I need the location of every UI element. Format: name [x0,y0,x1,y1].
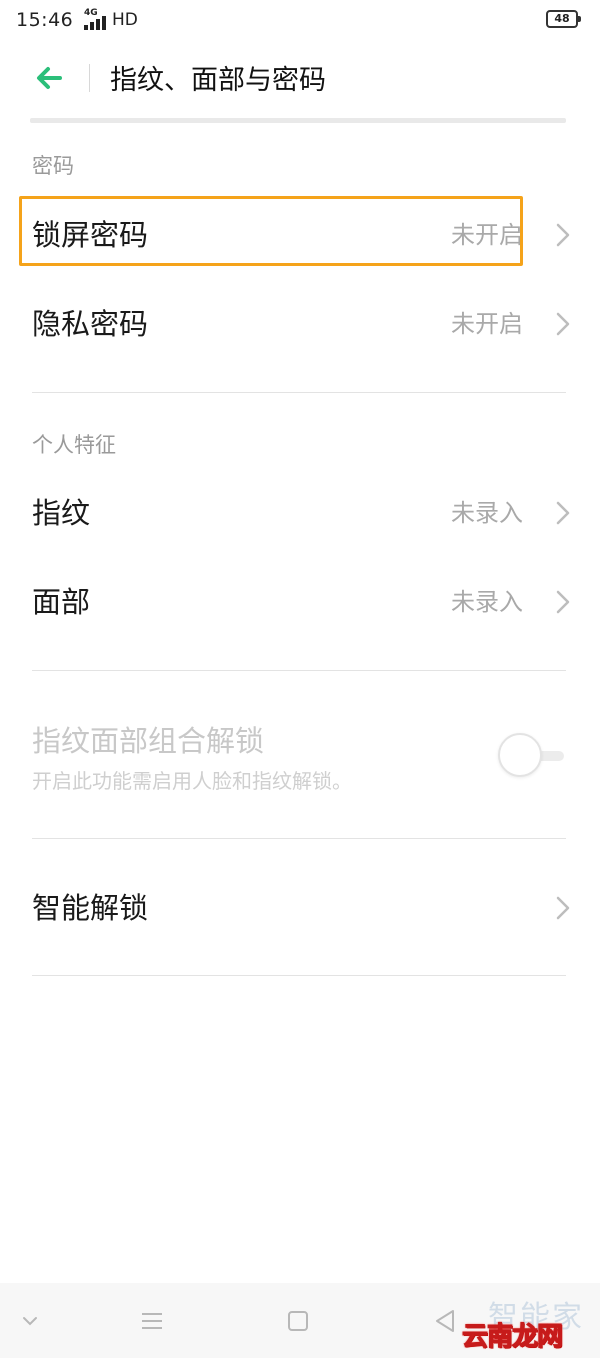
home-square-icon [288,1310,308,1331]
face-row[interactable]: 面部 未录入 [0,558,600,646]
menu-icon [142,1312,162,1329]
status-time: 15:46 [16,9,74,31]
combo-unlock-description: 开启此功能需启用人脸和指纹解锁。 [32,769,352,793]
chevron-right-icon [556,590,570,614]
watermark-logo-bottom: 云南龙网 [461,1316,563,1353]
section-title-personal: 个人特征 [32,433,116,457]
battery-icon: 48 [546,10,581,28]
privacy-password-row[interactable]: 隐私密码 未开启 [0,280,600,368]
combo-unlock-toggle[interactable] [498,733,566,777]
battery-level: 48 [554,12,570,25]
arrow-left-icon [37,67,62,89]
header-divider [89,64,90,92]
divider [32,975,566,976]
watermark-text: 云南龙网 [461,1322,563,1353]
chevron-right-icon [556,223,570,247]
nav-home-button[interactable] [268,1283,328,1358]
status-bar: 15:46 4G HD 48 [0,0,600,40]
divider [32,392,566,393]
smart-unlock-row[interactable]: 智能解锁 [0,864,600,952]
header-separator [30,118,566,123]
hd-indicator: HD [112,10,138,30]
page-title: 指纹、面部与密码 [110,65,326,96]
row-label: 智能解锁 [32,891,149,925]
divider [32,838,566,839]
row-value: 未录入 [451,499,523,527]
back-button[interactable] [30,58,70,98]
highlight-box [19,196,523,266]
chevron-right-icon [556,312,570,336]
fingerprint-row[interactable]: 指纹 未录入 [0,469,600,557]
row-value: 未开启 [451,310,523,338]
combo-unlock-label: 指纹面部组合解锁 [32,724,265,758]
row-label: 面部 [32,585,91,619]
row-label: 隐私密码 [32,307,149,341]
chevron-down-icon [23,1316,37,1325]
signal-icon [84,16,106,30]
nav-collapse-button[interactable] [0,1283,60,1358]
row-label: 指纹 [32,496,91,530]
back-triangle-icon [436,1309,454,1332]
toggle-knob [498,733,542,777]
divider [32,670,566,671]
section-title-password: 密码 [32,154,74,178]
nav-menu-button[interactable] [122,1283,182,1358]
chevron-right-icon [556,501,570,525]
chevron-right-icon [556,896,570,920]
row-value: 未录入 [451,588,523,616]
header: 指纹、面部与密码 [0,40,600,118]
